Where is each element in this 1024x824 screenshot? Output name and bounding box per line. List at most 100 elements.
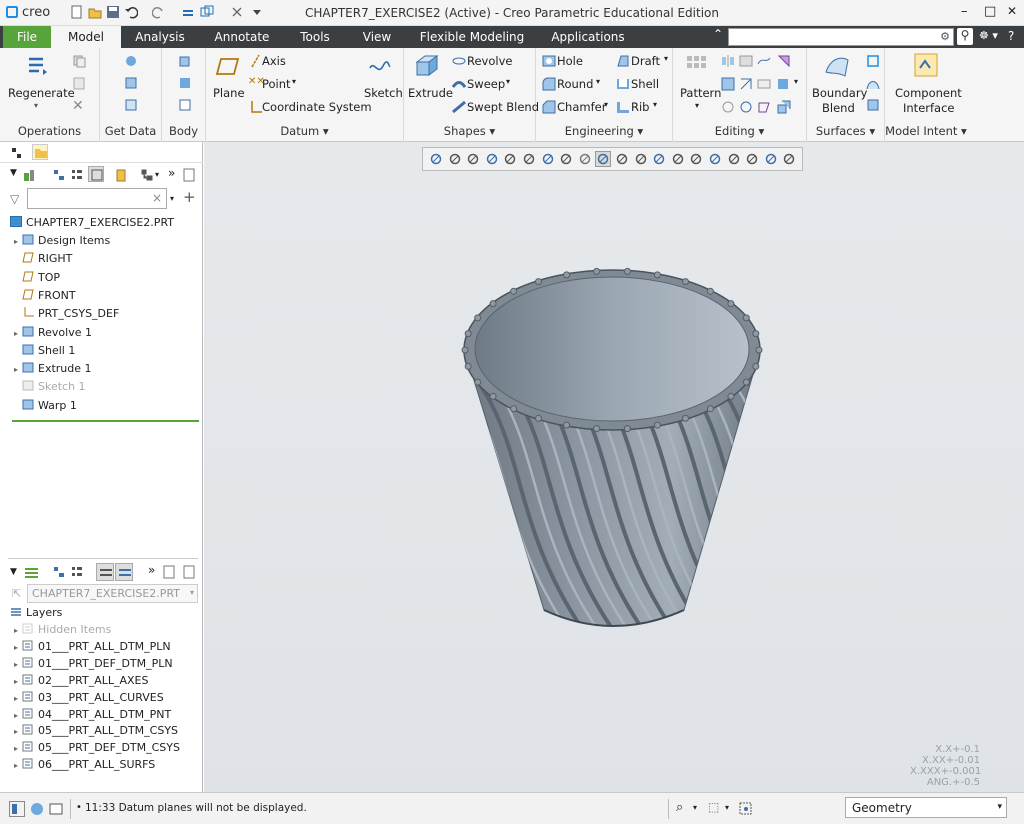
clear-search-icon[interactable]: × <box>152 191 162 205</box>
layer-notes-icon[interactable] <box>162 565 176 579</box>
datum-label[interactable]: Datum <box>280 124 319 138</box>
tree-search-input[interactable]: × <box>27 188 167 209</box>
paste-icon[interactable] <box>72 76 86 90</box>
shapes-label[interactable]: Shapes <box>444 124 486 138</box>
round-icon[interactable] <box>542 77 556 91</box>
tree-item[interactable]: PRT_CSYS_DEF <box>14 307 119 324</box>
tree-item[interactable]: Sketch 1 <box>14 380 86 397</box>
pattern-button[interactable]: Pattern <box>680 86 721 100</box>
point-button[interactable]: Point <box>262 77 291 91</box>
extend-icon[interactable] <box>777 54 791 68</box>
expand-arrow-icon[interactable]: ▸ <box>14 744 22 753</box>
filter-icon[interactable]: ▽ <box>10 192 19 206</box>
layer-item[interactable]: ▸ 05___PRT_DEF_DTM_CSYS <box>14 741 180 758</box>
draft-button[interactable]: Draft <box>631 54 660 68</box>
trim-icon[interactable] <box>757 54 771 68</box>
help-community-icon[interactable]: ☸ ▾ <box>979 29 998 42</box>
model-intent-label[interactable]: Model Intent <box>885 124 957 138</box>
selected-items-icon[interactable] <box>738 801 754 817</box>
intersect-icon[interactable] <box>739 77 753 91</box>
graphics-window[interactable]: X.X+-0.1 X.XX+-0.01 X.XXX+-0.001 ANG.+-0… <box>204 142 1024 792</box>
maximize-button[interactable]: □ <box>984 4 996 19</box>
expand-arrow-icon[interactable]: ▸ <box>14 711 22 720</box>
tree-item[interactable]: ▸ Revolve 1 <box>14 326 92 343</box>
tree-item[interactable]: Shell 1 <box>14 344 75 361</box>
expand-arrow-icon[interactable]: ▸ <box>14 660 22 669</box>
extrude-icon[interactable] <box>414 52 440 78</box>
editing-label[interactable]: Editing <box>715 124 755 138</box>
layer-item[interactable]: ▸ 02___PRT_ALL_AXES <box>14 674 148 691</box>
component-interface-icon[interactable] <box>913 52 939 78</box>
expand-arrow-icon[interactable]: ▸ <box>14 761 22 770</box>
toggle-browser-icon[interactable] <box>29 801 45 817</box>
expand-arrow-icon[interactable]: ▸ <box>14 365 22 374</box>
show-dropdown-icon[interactable]: ▼ <box>10 168 17 178</box>
chamfer-icon[interactable] <box>542 100 556 114</box>
hole-button[interactable]: Hole <box>557 54 583 68</box>
merge-icon[interactable] <box>739 54 753 68</box>
tree-notes-icon[interactable] <box>182 168 196 182</box>
extrude-button[interactable]: Extrude <box>408 86 453 100</box>
boundary-blend-button[interactable]: Boundary <box>812 86 867 100</box>
tree-item[interactable]: FRONT <box>14 289 76 306</box>
swept-blend-icon[interactable] <box>452 100 466 114</box>
layer-columns-icon[interactable] <box>70 565 84 579</box>
coordinate-system-button[interactable]: Coordinate System <box>262 100 372 114</box>
tab-flexible-modeling[interactable]: Flexible Modeling <box>412 26 532 48</box>
pattern-dropdown-icon[interactable]: ▾ <box>695 101 699 110</box>
layer-item[interactable]: ▸ Hidden Items <box>14 623 111 640</box>
mirror-icon[interactable] <box>721 54 735 68</box>
sketch-button[interactable]: Sketch <box>364 86 403 100</box>
zoom-out-icon[interactable] <box>503 152 517 166</box>
saved-orientations-icon[interactable] <box>429 152 443 166</box>
body-boolean-icon[interactable] <box>178 76 192 90</box>
toolbar-options-icon[interactable] <box>782 152 796 166</box>
project-icon[interactable] <box>777 77 791 91</box>
tree-show-icon[interactable] <box>22 168 36 182</box>
folder-browser-tab-icon[interactable] <box>32 144 48 160</box>
axis-button[interactable]: Axis <box>262 54 286 68</box>
insert-here-marker[interactable] <box>12 420 199 422</box>
body-label[interactable]: Body <box>162 124 205 138</box>
remove-icon[interactable] <box>757 100 771 114</box>
plane-icon[interactable] <box>216 56 240 78</box>
copy-geometry-icon[interactable] <box>124 76 138 90</box>
point-dropdown-icon[interactable]: ▾ <box>292 77 296 86</box>
chamfer-button[interactable]: Chamfer <box>557 100 606 114</box>
engineering-label[interactable]: Engineering <box>565 124 634 138</box>
layer-filters-icon[interactable] <box>52 565 66 579</box>
freestyle-icon[interactable] <box>866 98 880 112</box>
selection-dropdown-icon[interactable]: ▾ <box>725 803 729 812</box>
layer-show-dropdown-icon[interactable]: ▼ <box>10 567 17 577</box>
layer-properties-icon[interactable] <box>115 563 133 581</box>
boundary-blend-button-line2[interactable]: Blend <box>822 101 855 115</box>
regenerate-icon[interactable] <box>26 54 50 78</box>
body-split-icon[interactable] <box>178 98 192 112</box>
find-icon[interactable]: ⌕ <box>676 800 683 815</box>
search-settings-icon[interactable]: ⚙ <box>940 30 950 43</box>
layer-item[interactable]: ▸ 01___PRT_ALL_DTM_PLN <box>14 640 171 657</box>
tab-analysis[interactable]: Analysis <box>126 26 194 48</box>
style-icon[interactable] <box>866 77 880 91</box>
section-icon[interactable] <box>634 152 648 166</box>
swept-blend-button[interactable]: Swept Blend <box>467 100 539 114</box>
draft-dropdown-icon[interactable]: ▾ <box>664 54 668 63</box>
display-style-icon[interactable] <box>578 152 592 166</box>
tree-columns-icon[interactable] <box>70 168 84 182</box>
tree-item[interactable]: ▸ Extrude 1 <box>14 362 92 379</box>
expand-arrow-icon[interactable]: ▸ <box>14 694 22 703</box>
sweep-dropdown-icon[interactable]: ▾ <box>506 77 510 86</box>
surfaces-label[interactable]: Surfaces <box>816 124 866 138</box>
tree-filters-icon[interactable] <box>52 168 66 182</box>
expand-arrow-icon[interactable]: ▸ <box>14 237 22 246</box>
layer-view-icon[interactable] <box>96 563 114 581</box>
selection-filter-dropdown-icon[interactable]: ▾ <box>997 802 1002 812</box>
annotation-display-icon[interactable] <box>689 152 703 166</box>
expand-arrow-icon[interactable]: ▸ <box>14 643 22 652</box>
sweep-button[interactable]: Sweep <box>467 77 505 91</box>
body-new-icon[interactable] <box>178 54 192 68</box>
editing-more-dropdown-icon[interactable]: ▾ <box>794 77 798 86</box>
full-screen-icon[interactable] <box>48 801 64 817</box>
add-filter-icon[interactable]: + <box>183 188 196 206</box>
tab-annotate[interactable]: Annotate <box>205 26 279 48</box>
